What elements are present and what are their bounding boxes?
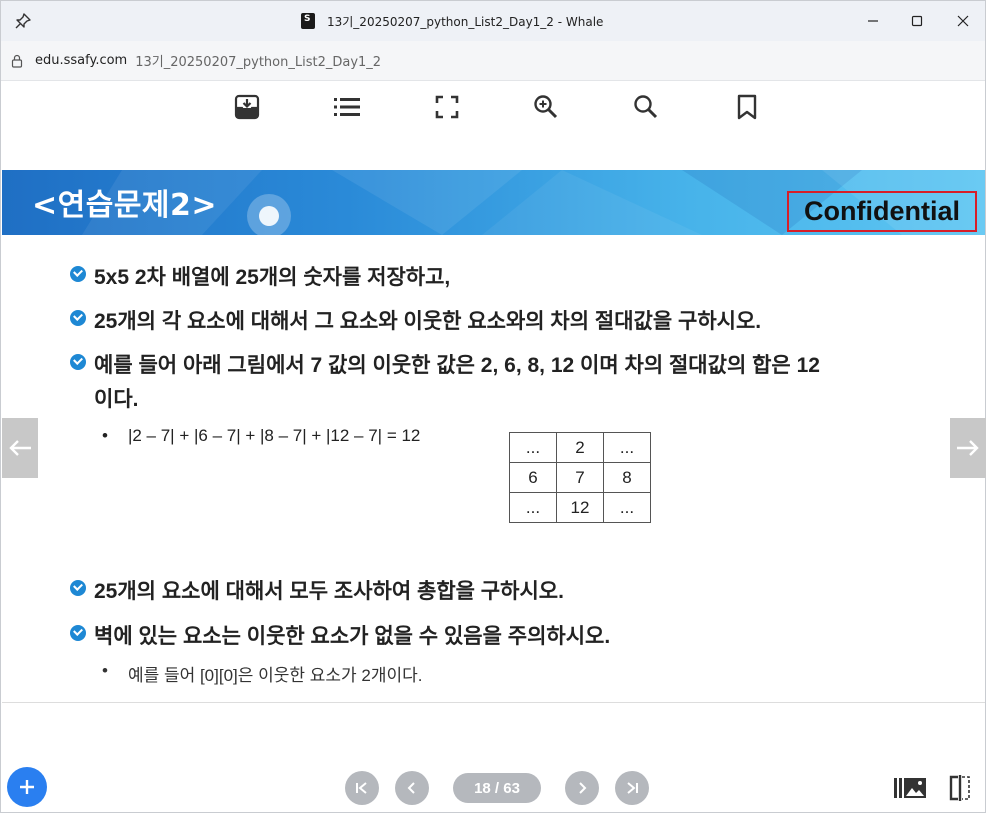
bullet-text: 25개의 요소에 대해서 모두 조사하여 총합을 구하시오. bbox=[94, 580, 564, 603]
chevron-left-icon bbox=[407, 782, 415, 794]
bullet-item: 25개의 요소에 대해서 모두 조사하여 총합을 구하시오. bbox=[70, 575, 564, 605]
check-circle-icon bbox=[70, 310, 86, 326]
formula-text: |2 – 7| + |6 – 7| + |8 – 7| + |12 – 7| =… bbox=[127, 426, 421, 445]
last-page-icon bbox=[627, 782, 638, 794]
note-text: 예를 들어 [0][0]은 이웃한 요소가 2개이다. bbox=[127, 666, 423, 685]
grid-cell: 6 bbox=[509, 462, 557, 493]
bottom-bar: 18 / 63 bbox=[1, 761, 985, 813]
bullet-text: 벽에 있는 요소는 이웃한 요소가 없을 수 있음을 주의하시오. bbox=[94, 625, 611, 648]
neighbor-grid: ... 2 ... 6 7 8 ... 12 ... bbox=[509, 432, 651, 523]
download-icon[interactable] bbox=[232, 92, 262, 122]
grid-cell: ... bbox=[603, 492, 651, 523]
plus-icon bbox=[20, 780, 34, 794]
grid-cell: 7 bbox=[556, 462, 604, 493]
url-path: 13기_20250207_python_List2_Day1_2 bbox=[135, 55, 382, 70]
confidential-label: Confidential bbox=[787, 191, 977, 232]
split-view-button[interactable] bbox=[943, 773, 977, 803]
bullet-text: 25개의 각 요소에 대해서 그 요소와 이웃한 요소와의 차의 절대값을 구하… bbox=[94, 310, 762, 333]
bullet-item: 5x5 2차 배열에 25개의 숫자를 저장하고, bbox=[70, 261, 450, 291]
search-icon[interactable] bbox=[631, 92, 661, 122]
minimize-button[interactable] bbox=[853, 5, 893, 37]
window-title: 13기_20250207_python_List2_Day1_2 - Whale bbox=[327, 14, 604, 29]
grid-cell: ... bbox=[509, 492, 557, 523]
url-domain: edu.ssafy.com bbox=[35, 53, 128, 68]
bullet-text: 5x5 2차 배열에 25개의 숫자를 저장하고, bbox=[94, 266, 451, 289]
last-page-button[interactable] bbox=[615, 771, 649, 805]
gallery-view-button[interactable] bbox=[893, 773, 927, 803]
grid-cell: 8 bbox=[603, 462, 651, 493]
check-circle-icon bbox=[70, 354, 86, 370]
grid-cell: ... bbox=[603, 432, 651, 463]
arrow-right-icon bbox=[957, 440, 979, 456]
note-line: • 예를 들어 [0][0]은 이웃한 요소가 2개이다. bbox=[102, 661, 423, 686]
lock-icon[interactable] bbox=[11, 54, 23, 68]
bullet-item: 벽에 있는 요소는 이웃한 요소가 없을 수 있음을 주의하시오. bbox=[70, 620, 610, 650]
slide-divider bbox=[2, 702, 985, 703]
bullet-text: 이다. bbox=[94, 388, 139, 411]
next-page-button[interactable] bbox=[565, 771, 599, 805]
list-icon[interactable] bbox=[332, 92, 362, 122]
split-view-icon bbox=[949, 775, 970, 801]
sub-bullet-dot: • bbox=[102, 426, 108, 445]
zoom-in-icon[interactable] bbox=[531, 92, 561, 122]
window-title-group: 13기_20250207_python_List2_Day1_2 - Whale bbox=[301, 11, 603, 31]
check-circle-icon bbox=[70, 625, 86, 641]
fullscreen-icon[interactable] bbox=[432, 92, 462, 122]
grid-cell: 2 bbox=[556, 432, 604, 463]
first-page-button[interactable] bbox=[345, 771, 379, 805]
grid-row: ... 12 ... bbox=[509, 492, 651, 523]
grid-cell: 12 bbox=[556, 492, 604, 523]
address-bar[interactable]: edu.ssafy.com 13기_20250207_python_List2_… bbox=[1, 41, 985, 81]
close-button[interactable] bbox=[943, 5, 983, 37]
prev-page-button[interactable] bbox=[395, 771, 429, 805]
pin-icon[interactable] bbox=[13, 11, 33, 31]
gallery-icon bbox=[894, 778, 926, 798]
sub-bullet-dot: • bbox=[102, 661, 108, 680]
browser-window: 13기_20250207_python_List2_Day1_2 - Whale… bbox=[0, 0, 986, 813]
add-button[interactable] bbox=[7, 767, 47, 807]
next-slide-button[interactable] bbox=[950, 418, 986, 478]
slide-page: <연습문제2> Confidential 5x5 2차 배열에 25개의 숫자를… bbox=[2, 170, 985, 703]
bookmark-icon[interactable] bbox=[732, 92, 762, 122]
site-favicon-icon bbox=[301, 13, 315, 29]
grid-row: ... 2 ... bbox=[509, 432, 651, 463]
maximize-button[interactable] bbox=[897, 5, 937, 37]
first-page-icon bbox=[356, 782, 367, 794]
arrow-left-icon bbox=[9, 440, 31, 456]
bullet-item: 25개의 각 요소에 대해서 그 요소와 이웃한 요소와의 차의 절대값을 구하… bbox=[70, 305, 761, 335]
formula-line: • |2 – 7| + |6 – 7| + |8 – 7| + |12 – 7|… bbox=[102, 426, 420, 446]
prev-slide-button[interactable] bbox=[2, 418, 38, 478]
chevron-right-icon bbox=[579, 782, 587, 794]
bullet-continuation: 이다. bbox=[94, 383, 138, 413]
grid-row: 6 7 8 bbox=[509, 462, 651, 493]
bullet-text: 예를 들어 아래 그림에서 7 값의 이웃한 값은 2, 6, 8, 12 이며… bbox=[94, 354, 820, 377]
check-circle-icon bbox=[70, 580, 86, 596]
grid-cell: ... bbox=[509, 432, 557, 463]
page-indicator[interactable]: 18 / 63 bbox=[453, 773, 541, 803]
title-bar: 13기_20250207_python_List2_Day1_2 - Whale bbox=[1, 1, 985, 41]
check-circle-icon bbox=[70, 266, 86, 282]
slide-banner: <연습문제2> Confidential bbox=[2, 170, 985, 235]
viewer-toolbar bbox=[1, 82, 985, 132]
bullet-item: 예를 들어 아래 그림에서 7 값의 이웃한 값은 2, 6, 8, 12 이며… bbox=[70, 349, 820, 379]
slide-title: <연습문제2> bbox=[32, 188, 218, 223]
